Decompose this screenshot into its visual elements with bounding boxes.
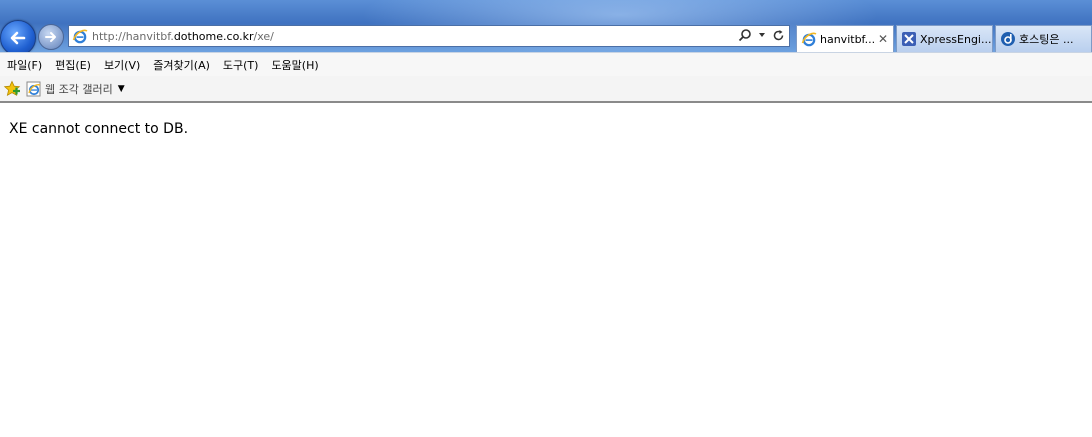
chevron-down-icon[interactable] (758, 31, 766, 39)
url-domain: dothome.co.kr (173, 29, 254, 43)
forward-arrow-icon (45, 32, 56, 42)
refresh-icon[interactable] (772, 29, 785, 42)
back-arrow-icon (10, 31, 26, 45)
search-icon[interactable] (738, 28, 752, 42)
tab-label: 호스팅은 ... (1019, 33, 1074, 46)
address-tools (738, 28, 785, 42)
close-icon[interactable]: ✕ (877, 32, 889, 46)
browser-title-bar: http://hanvitbf.dothome.co.kr/xe/ hanvit… (0, 0, 1092, 52)
address-bar[interactable]: http://hanvitbf.dothome.co.kr/xe/ (68, 25, 790, 47)
web-slice-gallery-link[interactable]: 웹 조각 갤러리 (45, 81, 113, 97)
menu-file[interactable]: 파일(F) (7, 57, 42, 73)
url-suffix: /xe/ (253, 29, 274, 43)
error-message: XE cannot connect to DB. (9, 121, 189, 137)
menu-favorites[interactable]: 즐겨찾기(A) (153, 57, 210, 73)
chevron-down-icon[interactable]: ▼ (118, 84, 125, 94)
favorites-star-icon[interactable] (3, 80, 21, 98)
tab-label: hanvitbf... (820, 32, 876, 46)
back-button[interactable] (0, 20, 36, 52)
xe-icon (902, 32, 916, 46)
menu-help[interactable]: 도움말(H) (271, 57, 318, 73)
tab-xpressengine[interactable]: XpressEngi... (896, 25, 993, 52)
tab-label: XpressEngi... (920, 32, 992, 46)
menu-edit[interactable]: 편집(E) (55, 57, 91, 73)
address-url[interactable]: http://hanvitbf.dothome.co.kr/xe/ (92, 30, 274, 43)
web-slice-gallery-icon (26, 81, 41, 96)
url-prefix: http://hanvitbf. (92, 29, 174, 43)
menu-view[interactable]: 보기(V) (104, 57, 140, 73)
menu-bar: 파일(F) 편집(E) 보기(V) 즐겨찾기(A) 도구(T) 도움말(H) (0, 52, 1092, 76)
page-content: XE cannot connect to DB. (0, 104, 1092, 437)
forward-button[interactable] (38, 24, 64, 50)
menu-tools[interactable]: 도구(T) (223, 57, 259, 73)
favorites-bar: 웹 조각 갤러리 ▼ (0, 76, 1092, 103)
dothome-icon (1001, 32, 1015, 46)
ie-icon (801, 32, 817, 47)
ie-icon (72, 29, 88, 44)
tab-dothome[interactable]: 호스팅은 ... (995, 25, 1092, 52)
tab-hanvitbf[interactable]: hanvitbf... ✕ (796, 25, 894, 52)
